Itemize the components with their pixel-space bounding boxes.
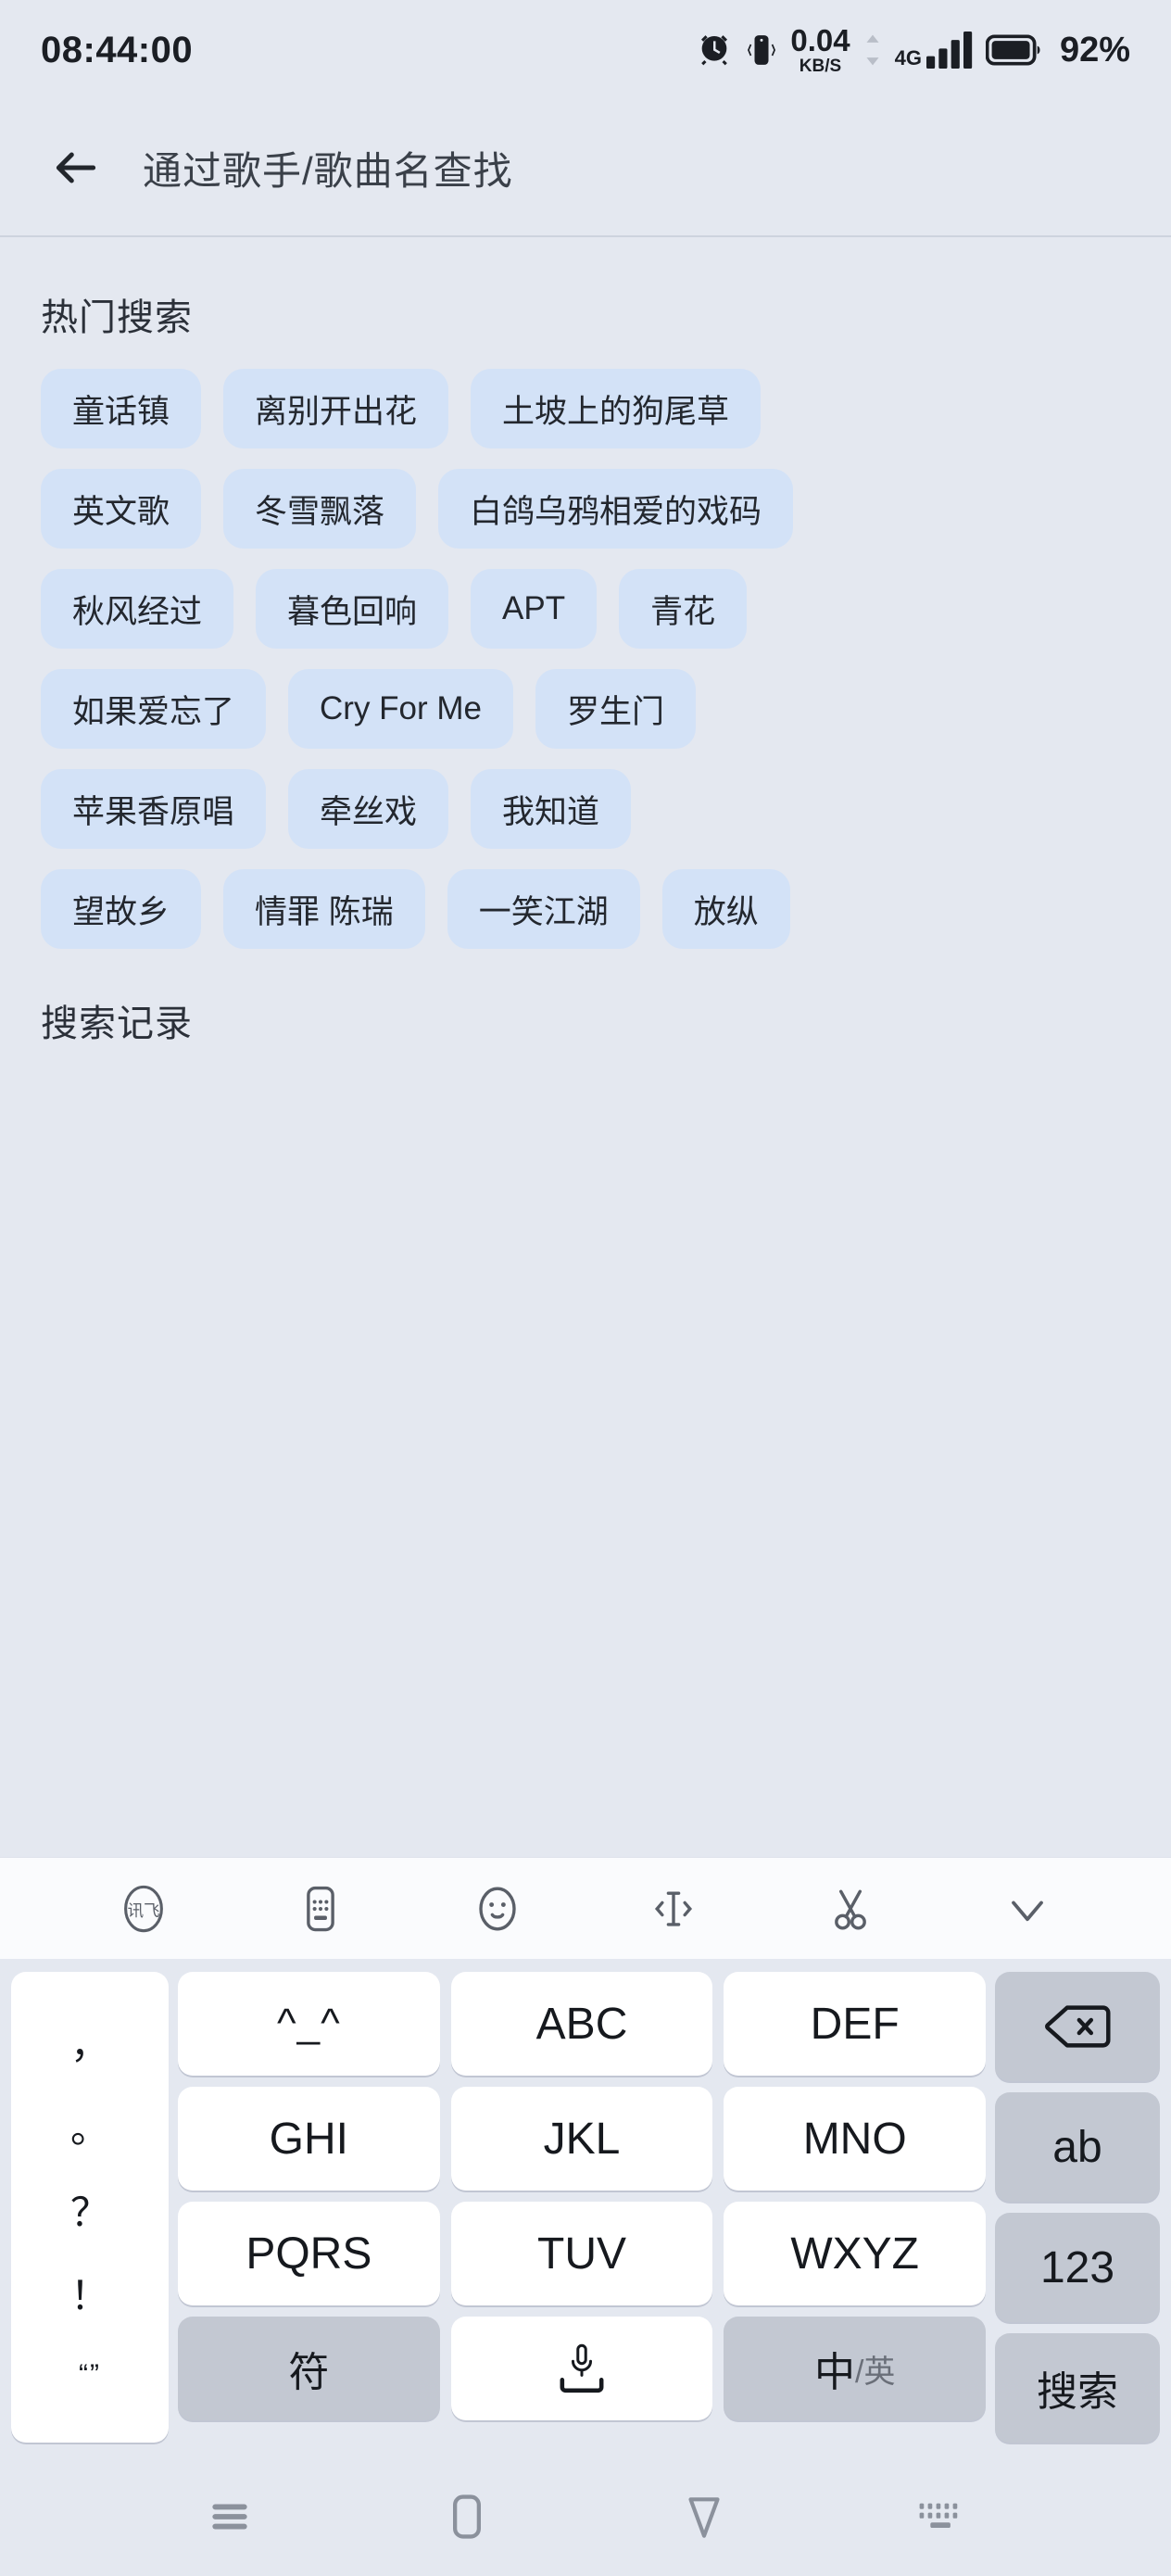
data-arrows-icon xyxy=(863,33,882,67)
punctuation-key[interactable]: ， 。 ？ ！ “” xyxy=(11,1972,169,2443)
tag-row: 童话镇 离别开出花 土坡上的狗尾草 xyxy=(41,369,1130,448)
hot-search-tag[interactable]: 英文歌 xyxy=(41,469,202,549)
hot-search-tag[interactable]: 暮色回响 xyxy=(256,569,449,649)
emoji-icon[interactable] xyxy=(460,1871,535,1947)
svg-text:讯飞: 讯飞 xyxy=(128,1901,160,1920)
hot-search-tags: 童话镇 离别开出花 土坡上的狗尾草 英文歌 冬雪飘落 白鸽乌鸦相爱的戏码 秋风经… xyxy=(41,369,1130,949)
network-type: 4G xyxy=(895,48,922,69)
key-ab[interactable]: ab xyxy=(995,2092,1160,2202)
hot-search-tag[interactable]: 苹果香原唱 xyxy=(41,769,267,849)
key-123[interactable]: 123 xyxy=(995,2213,1160,2322)
network-speed-unit: KB/S xyxy=(799,57,842,76)
space-key[interactable] xyxy=(450,2317,713,2420)
network-type-label: 4G xyxy=(894,46,922,69)
punct-column: ， 。 ？ ！ “” xyxy=(11,1972,169,2443)
search-key[interactable]: 搜索 xyxy=(995,2333,1160,2443)
punct-question: ？ xyxy=(69,2190,109,2234)
scissors-icon[interactable] xyxy=(812,1871,888,1947)
hot-search-tag[interactable]: Cry For Me xyxy=(288,669,514,749)
battery-percent: 92% xyxy=(1059,30,1130,69)
phone-screen: 08:44:00 0.04 KB/S 4G 92% 通过歌手/歌曲名查找 热门搜… xyxy=(0,0,1171,2576)
hot-search-tag[interactable]: 罗生门 xyxy=(535,669,697,749)
key-row-bottom: 符 中/英 xyxy=(178,2317,987,2420)
key-row: PQRS TUV WXYZ xyxy=(178,2202,987,2305)
language-toggle-en: /英 xyxy=(854,2354,896,2390)
punct-comma: ， xyxy=(69,2023,109,2067)
hot-search-tag[interactable]: 放纵 xyxy=(661,869,790,949)
system-nav-bar xyxy=(0,2457,1171,2576)
key-row: GHI JKL MNO xyxy=(178,2087,987,2191)
key-tuv[interactable]: TUV xyxy=(450,2202,713,2305)
hot-search-tag[interactable]: 冬雪飘落 xyxy=(223,469,417,549)
network-speed: 0.04 KB/S xyxy=(790,25,850,75)
hot-search-tag[interactable]: 我知道 xyxy=(471,769,632,849)
function-column: ab 123 搜索 xyxy=(995,1972,1160,2443)
key-grid: ^_^ ABC DEF GHI JKL MNO PQRS TUV WXYZ 符 xyxy=(178,1972,987,2443)
home-icon[interactable] xyxy=(422,2472,511,2561)
status-clock: 08:44:00 xyxy=(41,29,194,70)
page-title: 通过歌手/歌曲名查找 xyxy=(143,148,513,193)
tag-row: 英文歌 冬雪飘落 白鸽乌鸦相爱的戏码 xyxy=(41,469,1130,549)
key-row: ^_^ ABC DEF xyxy=(178,1972,987,2076)
keyboard-indicator-icon[interactable] xyxy=(897,2472,986,2561)
hot-search-tag[interactable]: 土坡上的狗尾草 xyxy=(471,369,762,448)
keyboard: 讯飞 ， 。 ？ ！ “” ^_^ ABC DEF GHI JKL MNO PQ… xyxy=(0,1857,1171,2457)
kaomoji-key[interactable]: ^_^ xyxy=(178,1972,440,2076)
tag-row: 望故乡 情罪 陈瑞 一笑江湖 放纵 xyxy=(41,869,1130,949)
key-mno[interactable]: MNO xyxy=(724,2087,987,2191)
signal-bars-icon xyxy=(925,32,973,69)
punct-exclaim: ！ xyxy=(69,2274,109,2318)
hot-search-tag[interactable]: 离别开出花 xyxy=(223,369,449,448)
key-ghi[interactable]: GHI xyxy=(178,2087,440,2191)
hot-search-tag[interactable]: 一笑江湖 xyxy=(447,869,640,949)
back-button[interactable] xyxy=(41,133,111,203)
hot-search-tag[interactable]: 情罪 陈瑞 xyxy=(223,869,425,949)
hot-search-title: 热门搜索 xyxy=(41,297,193,338)
hot-search-tag[interactable]: 望故乡 xyxy=(41,869,202,949)
status-bar: 08:44:00 0.04 KB/S 4G 92% xyxy=(0,0,1171,100)
tag-row: 苹果香原唱 牵丝戏 我知道 xyxy=(41,769,1130,849)
key-abc[interactable]: ABC xyxy=(450,1972,713,2076)
tag-row: 秋风经过 暮色回响 APT 青花 xyxy=(41,569,1130,649)
hot-search-tag[interactable]: 青花 xyxy=(619,569,748,649)
hot-search-tag[interactable]: 白鸽乌鸦相爱的戏码 xyxy=(438,469,794,549)
key-jkl[interactable]: JKL xyxy=(450,2087,713,2191)
keyboard-keys: ， 。 ？ ！ “” ^_^ ABC DEF GHI JKL MNO PQRS … xyxy=(0,1959,1171,2457)
content-area: 热门搜索 童话镇 离别开出花 土坡上的狗尾草 英文歌 冬雪飘落 白鸽乌鸦相爱的戏… xyxy=(0,287,1171,1047)
signal-group: 4G xyxy=(895,32,973,69)
app-bar: 通过歌手/歌曲名查找 xyxy=(0,100,1171,237)
vibrate-icon xyxy=(746,32,777,69)
keyboard-toolbar: 讯飞 xyxy=(0,1857,1171,1959)
collapse-keyboard-icon[interactable] xyxy=(989,1871,1065,1947)
hot-search-tag[interactable]: APT xyxy=(471,569,598,649)
keyboard-layout-icon[interactable] xyxy=(283,1871,359,1947)
hot-search-tag[interactable]: 牵丝戏 xyxy=(288,769,449,849)
search-history-title: 搜索记录 xyxy=(41,1004,193,1044)
language-toggle-cn: 中 xyxy=(813,2350,855,2395)
back-nav-icon[interactable] xyxy=(660,2472,749,2561)
key-wxyz[interactable]: WXYZ xyxy=(724,2202,987,2305)
punct-period: 。 xyxy=(69,2106,109,2151)
tag-row: 如果爱忘了 Cry For Me 罗生门 xyxy=(41,669,1130,749)
text-cursor-icon[interactable] xyxy=(636,1871,711,1947)
symbol-key[interactable]: 符 xyxy=(178,2317,440,2420)
hot-search-tag[interactable]: 秋风经过 xyxy=(41,569,234,649)
recents-menu-icon[interactable] xyxy=(185,2472,274,2561)
ime-logo-icon[interactable]: 讯飞 xyxy=(106,1871,182,1947)
status-icons: 0.04 KB/S 4G 92% xyxy=(696,25,1130,75)
battery-icon xyxy=(985,34,1043,66)
alarm-icon xyxy=(696,32,733,69)
punct-quotes: “” xyxy=(79,2358,101,2390)
backspace-key[interactable] xyxy=(995,1972,1160,2081)
key-pqrs[interactable]: PQRS xyxy=(178,2202,440,2305)
hot-search-tag[interactable]: 童话镇 xyxy=(41,369,202,448)
language-toggle-key[interactable]: 中/英 xyxy=(724,2317,987,2420)
network-speed-value: 0.04 xyxy=(790,23,850,57)
hot-search-tag[interactable]: 如果爱忘了 xyxy=(41,669,267,749)
key-def[interactable]: DEF xyxy=(724,1972,987,2076)
